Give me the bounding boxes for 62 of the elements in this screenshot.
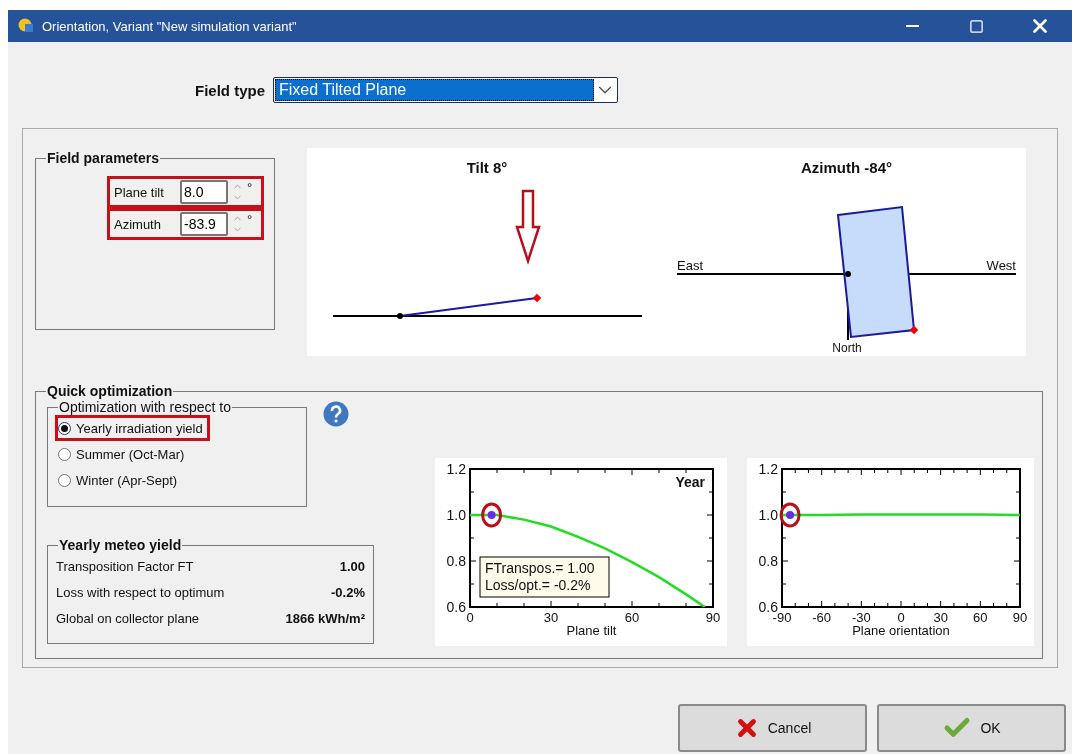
app-icon [18,18,34,34]
row-label: Global on collector plane [56,610,200,626]
diagram-title: Tilt 8° [466,159,508,178]
tick-label: 1.2 [758,461,778,477]
tick-label: 0 [466,610,474,625]
chart-title: Year [675,474,705,490]
field-label: Field type [195,81,265,99]
tick-label: 30 [543,610,559,625]
unit-label: ° [247,212,253,227]
group-title: Quick optimization [46,383,174,399]
option-label: Summer (Oct-Mar) [76,446,185,462]
radio-button[interactable] [58,473,71,487]
maximize-icon [968,18,984,34]
ok-button[interactable]: OK [877,704,1066,752]
tick-label: 1.0 [758,507,778,523]
group-title: Optimization with respect to [58,399,232,415]
row-value: 1.00 [339,558,365,574]
cancel-button[interactable]: Cancel [678,704,867,752]
row-label: Loss with respect to optimum [56,584,225,600]
field-label: Azimuth [114,216,162,232]
tick-label: 90 [1012,610,1028,625]
direction-label: North [832,341,862,355]
field-type-dropdown[interactable]: Fixed Tilted Plane [273,77,618,103]
tick-label: 1.0 [446,507,466,523]
field-label: Plane tilt [114,184,165,200]
number-field[interactable]: -83.9 [180,212,228,236]
axis-label: Plane orientation [852,623,950,638]
number-field[interactable]: 8.0 [180,180,228,204]
axis-label: Plane tilt [566,623,617,638]
row-label: Transposition Factor FT [56,558,194,574]
tick-label: 90 [705,610,721,625]
group-title: Yearly meteo yield [58,537,183,553]
radio-option[interactable]: Summer (Oct-Mar) [55,441,192,467]
minimize-icon [905,25,919,27]
help-icon[interactable] [323,401,349,427]
tick-label: 0.8 [758,553,778,569]
diagram-title: Azimuth -84° [801,159,892,178]
direction-label: West [986,258,1016,273]
tick-label: 60 [624,610,640,625]
tick-label: -60 [812,610,832,625]
tick-label: 0.6 [446,599,466,615]
group-title: Field parameters [46,150,161,166]
radio-button[interactable] [58,421,71,435]
tick-label: 30 [933,610,948,625]
radio-option[interactable]: Yearly irradiation yield [55,415,210,441]
arrow-down-icon [515,189,541,266]
radio-option[interactable]: Winter (Apr-Sept) [55,467,185,493]
direction-label: East [677,258,703,273]
radio-button[interactable] [58,447,71,461]
tick-label: 60 [973,610,988,625]
note-text: Loss/opt.= -0.2% [485,577,591,593]
unit-label: ° [247,180,253,195]
tick-label: 1.2 [446,461,466,477]
row-value: 1866 kWh/m² [285,610,365,626]
note-text: FTranspos.= 1.00 [485,560,595,576]
tick-label: -30 [851,610,871,625]
tick-label: 0.8 [446,553,466,569]
option-label: Yearly irradiation yield [76,420,203,436]
option-label: Winter (Apr-Sept) [76,472,178,488]
tick-label: 0 [897,610,905,625]
row-value: -0.2% [331,584,365,600]
window-title: Orientation, Variant "New simulation variant" [42,18,298,34]
